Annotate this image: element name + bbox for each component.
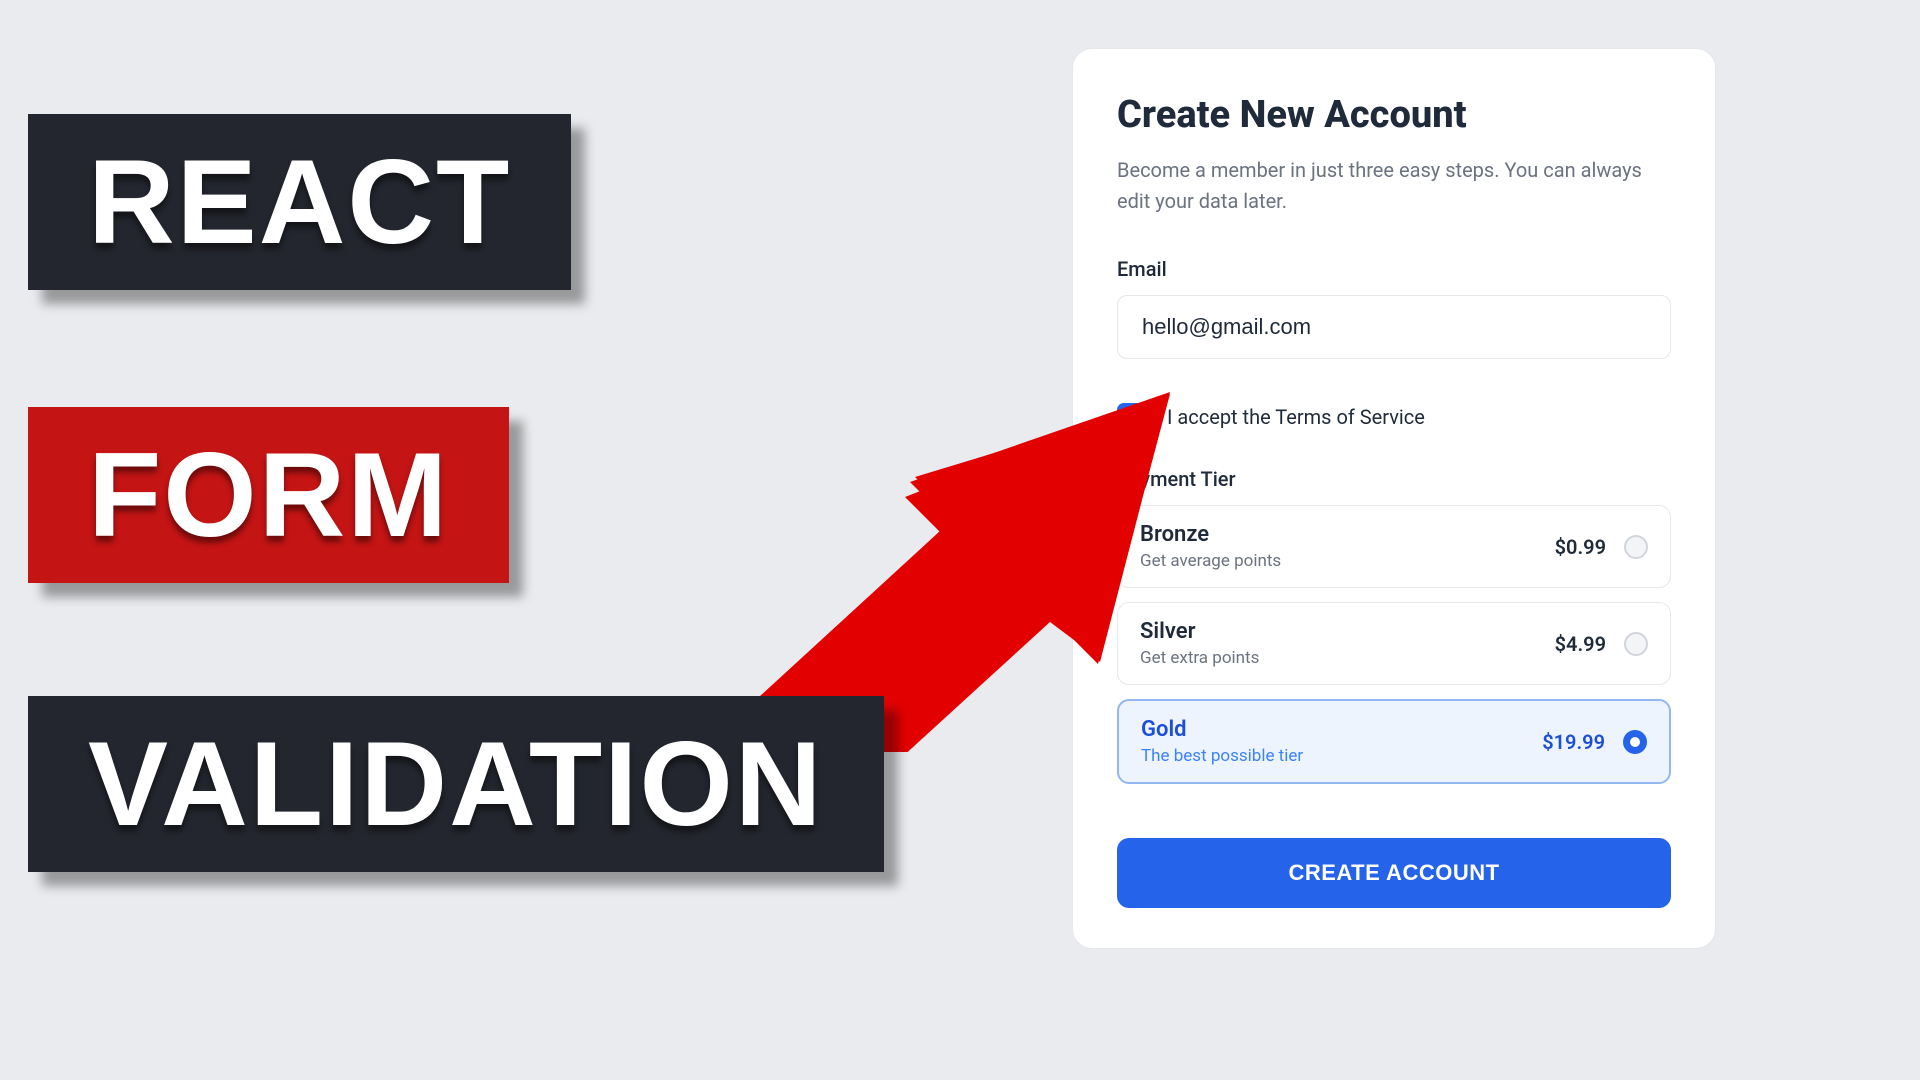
payment-tier-label: Payment Tier [1117, 467, 1671, 491]
tier-price: $4.99 [1555, 632, 1606, 656]
create-account-button[interactable]: CREATE ACCOUNT [1117, 838, 1671, 908]
title-validation: VALIDATION [28, 696, 884, 872]
email-input[interactable] [1117, 295, 1671, 359]
email-label: Email [1117, 257, 1671, 281]
tier-radio[interactable] [1623, 730, 1647, 754]
tier-silver[interactable]: Silver Get extra points $4.99 [1117, 602, 1671, 685]
title-react: REACT [28, 114, 571, 290]
title-form: FORM [28, 407, 509, 583]
title-react-text: REACT [88, 135, 511, 269]
tier-list: Bronze Get average points $0.99 Silver G… [1117, 505, 1671, 784]
tier-radio[interactable] [1624, 535, 1648, 559]
card-heading: Create New Account [1117, 93, 1671, 137]
title-form-text: FORM [88, 428, 449, 562]
tier-radio[interactable] [1624, 632, 1648, 656]
tier-gold[interactable]: Gold The best possible tier $19.99 [1117, 699, 1671, 784]
tier-price: $0.99 [1555, 535, 1606, 559]
tier-price: $19.99 [1542, 730, 1605, 754]
card-subtitle: Become a member in just three easy steps… [1117, 155, 1671, 217]
terms-row[interactable]: I accept the Terms of Service [1117, 403, 1671, 431]
terms-label: I accept the Terms of Service [1167, 405, 1425, 429]
title-validation-text: VALIDATION [88, 717, 824, 851]
tier-bronze[interactable]: Bronze Get average points $0.99 [1117, 505, 1671, 588]
